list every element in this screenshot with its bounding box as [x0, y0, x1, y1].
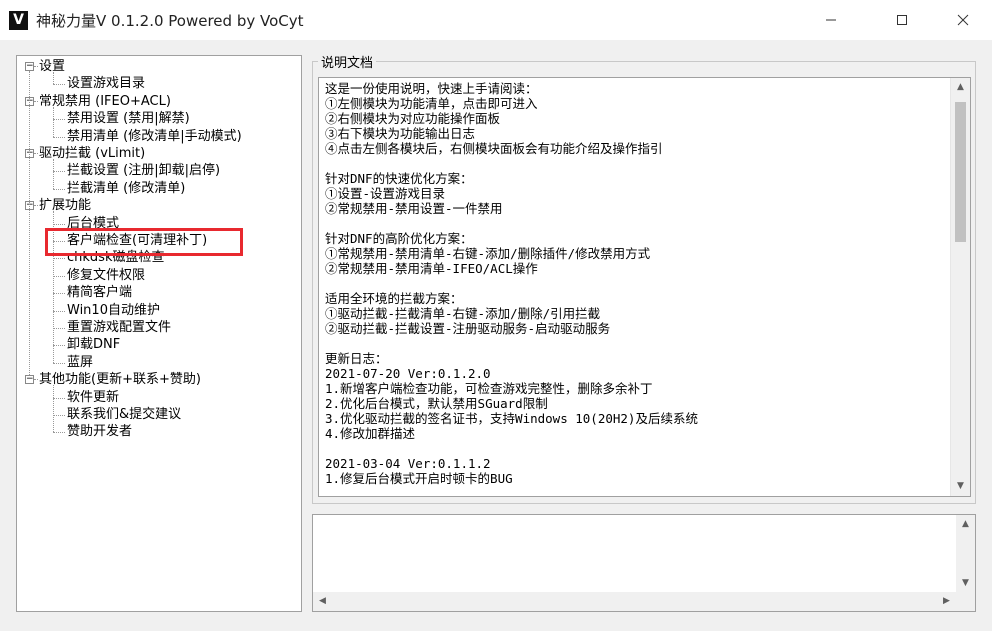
tree-leaf-item[interactable]: 联系我们&提交建议 [67, 406, 181, 423]
tree-connector [53, 106, 54, 137]
tree-item-label: 软件更新 [67, 389, 120, 405]
tree-item-label: 禁用设置 (禁用|解禁) [67, 111, 190, 127]
tree-item-label: 客户端检查(可清理补丁) [67, 233, 208, 248]
tree-connector [53, 188, 65, 190]
tree-item-label: 拦截清单 (修改清单) [67, 180, 186, 196]
tree-item-label: 卸载DNF [67, 337, 121, 353]
scroll-left-icon[interactable]: ◀ [313, 592, 332, 611]
tree-item-label: 禁用清单 (修改清单|手动模式) [67, 128, 242, 144]
tree-connector [53, 345, 65, 347]
tree-item-label: 后台模式 [67, 215, 120, 231]
doc-legend: 说明文档 [318, 52, 377, 71]
close-button[interactable] [940, 0, 986, 40]
window-title: 神秘力量V 0.1.2.0 Powered by VoCyt [36, 12, 304, 30]
tree-leaf-item[interactable]: 设置游戏目录 [67, 75, 145, 92]
tree-connector [53, 159, 54, 189]
tree-connector [34, 153, 38, 154]
tree-connector [53, 72, 54, 85]
tree-connector [53, 119, 65, 121]
tree-leaf-item[interactable]: 重置游戏配置文件 [67, 319, 171, 336]
tree-leaf-item[interactable]: 卸载DNF [67, 336, 120, 353]
tree-connector [53, 432, 65, 434]
tree-item-label: 蓝屏 [67, 354, 94, 370]
tree-item-label: 驱动拦截 (vLimit) [39, 146, 146, 161]
doc-vertical-scrollbar[interactable]: ▲ ▼ [950, 78, 970, 496]
log-output-box[interactable]: ▲ ▼ ◀ ▶ [312, 514, 976, 612]
tree-connector [53, 362, 65, 364]
tree-connector [34, 379, 38, 381]
tree-leaf-item[interactable]: 赞助开发者 [67, 423, 132, 440]
tree-item-label: 扩展功能 [39, 198, 92, 214]
tree-leaf-item[interactable]: Win10自动维护 [67, 302, 160, 319]
tree-group-item[interactable]: 驱动拦截 (vLimit) [39, 145, 145, 162]
tree-item-label: 赞助开发者 [67, 424, 133, 440]
tree-item-label: 设置游戏目录 [67, 76, 146, 92]
tree-connector [53, 84, 65, 86]
tree-leaf-item[interactable]: 客户端检查(可清理补丁) [67, 232, 207, 249]
tree-group-item[interactable]: 扩展功能 [39, 197, 91, 214]
tree-connector [53, 211, 54, 363]
tree-connector [53, 293, 65, 295]
scroll-right-icon[interactable]: ▶ [937, 592, 956, 611]
tree-leaf-item[interactable]: 拦截设置 (注册|卸载|启停) [67, 162, 220, 179]
scroll-up-icon[interactable]: ▲ [951, 78, 970, 97]
tree-leaf-item[interactable]: 软件更新 [67, 389, 119, 406]
tree-item-label: 重置游戏配置文件 [67, 320, 172, 335]
minimize-icon [826, 19, 836, 21]
log-horizontal-scrollbar[interactable]: ◀ ▶ [313, 592, 975, 611]
tree-leaf-item[interactable]: 蓝屏 [67, 354, 93, 371]
tree-connector [34, 205, 38, 207]
tree-connector [53, 397, 65, 399]
maximize-button[interactable] [879, 0, 925, 40]
tree-connector [53, 310, 65, 312]
collapse-toggle-icon[interactable]: − [25, 375, 34, 385]
tree-leaf-item[interactable]: 修复文件权限 [67, 267, 145, 284]
tree-connector [53, 136, 65, 138]
tree-item-label: 联系我们&提交建议 [67, 407, 182, 422]
tree-item-label: 常规禁用 (IFEO+ACL) [39, 93, 171, 109]
tree-item-label: Win10自动维护 [67, 302, 160, 318]
function-tree[interactable]: 设置 − 设置游戏目录 常规禁用 (IFEO+ACL) − 禁用设置 (禁用|解禁) 禁用清… [16, 55, 302, 612]
tree-group-item[interactable]: 设置 [39, 58, 65, 75]
doc-textbox[interactable]: 这是一份使用说明，快速上手请阅读： ①左侧模块为功能清单，点击即可进入 ②右侧模… [318, 77, 971, 497]
tree-leaf-item[interactable]: chkdsk磁盘检查 [67, 249, 164, 266]
tree-item-label: 拦截设置 (注册|卸载|启停) [67, 163, 221, 179]
collapse-toggle-icon[interactable]: − [25, 62, 34, 71]
tree-item-label: chkdsk磁盘检查 [67, 250, 165, 266]
tree-connector [53, 328, 65, 329]
tree-group-item[interactable]: 常规禁用 (IFEO+ACL) [39, 93, 171, 110]
scroll-thumb[interactable] [955, 102, 966, 242]
tree-connector [34, 66, 38, 67]
tree-connector [53, 415, 65, 416]
tree-connector [53, 223, 65, 225]
scroll-down-icon[interactable]: ▼ [951, 477, 970, 496]
maximize-icon [897, 15, 907, 25]
minimize-button[interactable] [808, 0, 854, 40]
tree-leaf-item[interactable]: 禁用设置 (禁用|解禁) [67, 110, 190, 127]
tree-connector [53, 171, 65, 173]
tree-leaf-item[interactable]: 精简客户端 [67, 284, 132, 301]
tree-group-item[interactable]: 其他功能(更新+联系+赞助) [39, 371, 201, 388]
scroll-up-icon[interactable]: ▲ [956, 515, 975, 534]
tree-item-label: 其他功能(更新+联系+赞助) [39, 372, 201, 388]
tree-connector [53, 275, 65, 277]
tree-connector [53, 258, 65, 260]
app-logo: V [9, 11, 28, 30]
tree-connector [53, 385, 54, 433]
tree-connector [34, 100, 38, 102]
scroll-down-icon[interactable]: ▼ [956, 574, 975, 593]
tree-leaf-item[interactable]: 禁用清单 (修改清单|手动模式) [67, 128, 242, 145]
doc-text: 这是一份使用说明，快速上手请阅读： ①左侧模块为功能清单，点击即可进入 ②右侧模… [325, 81, 698, 486]
tree-connector [29, 71, 30, 376]
tree-item-label: 设置 [39, 59, 66, 74]
title-bar: V 神秘力量V 0.1.2.0 Powered by VoCyt [0, 0, 992, 40]
tree-item-label: 修复文件权限 [67, 267, 146, 283]
log-vertical-scrollbar[interactable]: ▲ ▼ [956, 515, 975, 593]
close-icon [957, 14, 969, 26]
tree-item-label: 精简客户端 [67, 285, 133, 301]
tree-connector [53, 241, 65, 242]
tree-leaf-item[interactable]: 拦截清单 (修改清单) [67, 180, 185, 197]
tree-leaf-item[interactable]: 后台模式 [67, 215, 119, 232]
